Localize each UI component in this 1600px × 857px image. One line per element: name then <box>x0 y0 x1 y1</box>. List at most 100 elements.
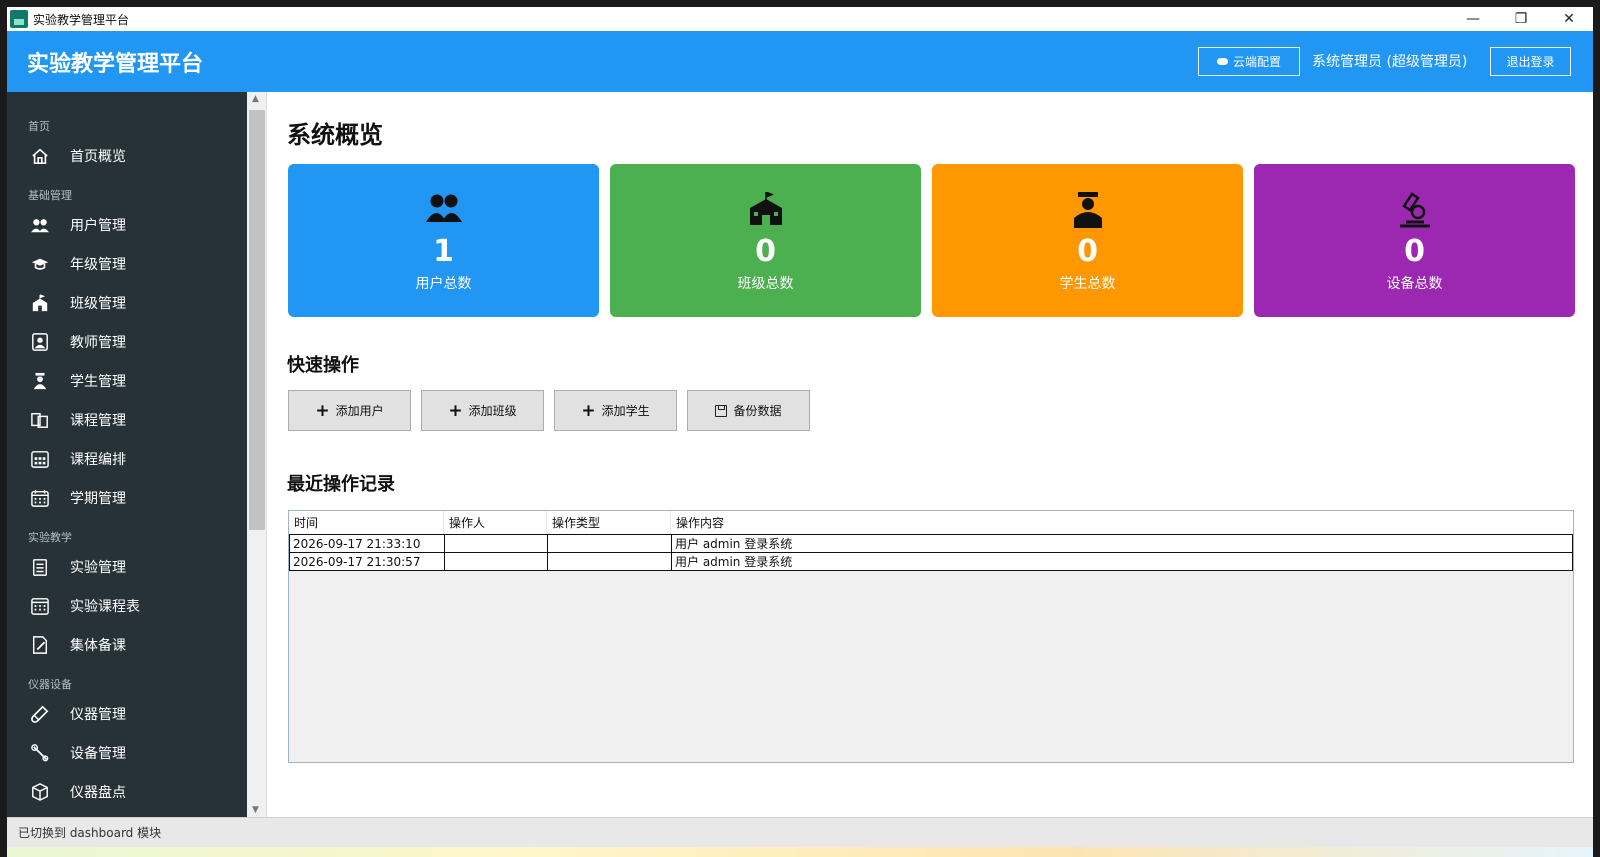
plus-icon: + <box>448 400 463 421</box>
scrollbar-thumb[interactable] <box>249 110 265 530</box>
course-icon <box>31 411 49 429</box>
save-icon <box>715 404 728 417</box>
calendar-icon <box>31 489 49 507</box>
button-label: 添加班级 <box>468 404 517 418</box>
quick-actions-title: 快速操作 <box>287 355 359 376</box>
logout-button[interactable]: 退出登录 <box>1490 47 1571 76</box>
add-class-button[interactable]: + 添加班级 <box>421 390 544 431</box>
restore-button[interactable]: ❐ <box>1497 7 1545 31</box>
quick-actions: + 添加用户 + 添加班级 + 添加学生 备份数据 <box>288 390 810 431</box>
sidebar-item-teachers[interactable]: 教师管理 <box>7 322 247 361</box>
scroll-up-icon[interactable]: ▲ <box>252 94 259 104</box>
school-icon <box>748 191 784 228</box>
stat-card-students: 0 学生总数 <box>932 164 1243 317</box>
sidebar-item-lesson-prep[interactable]: 集体备课 <box>7 625 247 664</box>
stat-label: 用户总数 <box>415 276 472 292</box>
table-row[interactable]: 2026-09-17 21:33:10 用户 admin 登录系统 <box>289 534 1573 553</box>
sidebar-item-instruments[interactable]: 仪器管理 <box>7 694 247 733</box>
cloud-config-button[interactable]: 云端配置 <box>1198 47 1300 76</box>
plus-icon: + <box>581 400 596 421</box>
edit-document-icon <box>31 635 49 654</box>
sidebar-item-home[interactable]: 首页概览 <box>7 136 247 175</box>
scroll-down-icon[interactable]: ▼ <box>252 805 259 815</box>
minimize-button[interactable]: — <box>1449 7 1497 31</box>
sidebar-item-label: 首页概览 <box>70 148 126 165</box>
wrench-icon <box>31 743 49 762</box>
cloud-config-label: 云端配置 <box>1232 55 1281 69</box>
app-header: 实验教学管理平台 云端配置 系统管理员 (超级管理员) 退出登录 <box>7 31 1593 92</box>
add-student-button[interactable]: + 添加学生 <box>554 390 677 431</box>
cell-content: 用户 admin 登录系统 <box>675 555 793 569</box>
app-title: 实验教学管理平台 <box>27 52 204 77</box>
stat-card-classes: 0 班级总数 <box>610 164 921 317</box>
sidebar-item-semesters[interactable]: 学期管理 <box>7 478 247 517</box>
stat-value: 0 <box>1404 234 1425 269</box>
taskbar-strip <box>7 847 1593 857</box>
cell-type <box>548 535 672 552</box>
title-bar: 实验教学管理平台 — ❐ ✕ <box>7 7 1593 31</box>
test-tube-icon <box>31 705 49 723</box>
sidebar-item-label: 仪器管理 <box>70 706 126 723</box>
sidebar-item-courses[interactable]: 课程管理 <box>7 400 247 439</box>
cell-type <box>548 553 672 570</box>
sidebar-item-label: 学生管理 <box>70 373 126 390</box>
table-row[interactable]: 2026-09-17 21:30:57 用户 admin 登录系统 <box>289 552 1573 571</box>
sidebar: 首页 首页概览 基础管理 用户管理 年级管理 班级管理 教师管理 学生管理 课程… <box>7 92 247 817</box>
sidebar-item-grades[interactable]: 年级管理 <box>7 244 247 283</box>
teacher-icon <box>31 332 49 351</box>
button-label: 添加学生 <box>601 404 650 418</box>
column-header-operator[interactable]: 操作人 <box>444 511 547 534</box>
home-icon <box>31 147 49 165</box>
status-bar: 已切换到 dashboard 模块 <box>7 817 1593 847</box>
sidebar-item-label: 用户管理 <box>70 217 126 234</box>
timetable-icon <box>31 597 49 615</box>
clipboard-icon <box>31 558 49 576</box>
add-user-button[interactable]: + 添加用户 <box>288 390 411 431</box>
sidebar-item-experiment-timetable[interactable]: 实验课程表 <box>7 586 247 625</box>
plus-icon: + <box>315 400 330 421</box>
close-button[interactable]: ✕ <box>1545 7 1593 31</box>
sidebar-item-users[interactable]: 用户管理 <box>7 205 247 244</box>
box-icon <box>31 782 49 801</box>
current-user-label: 系统管理员 (超级管理员) <box>1312 54 1468 70</box>
schedule-icon <box>31 450 49 468</box>
cell-time: 2026-09-17 21:30:57 <box>290 553 445 570</box>
sidebar-item-label: 仪器盘点 <box>70 784 126 801</box>
sidebar-section-basic: 基础管理 <box>28 189 72 202</box>
cell-operator <box>445 553 548 570</box>
column-header-time[interactable]: 时间 <box>289 511 444 534</box>
sidebar-item-label: 课程编排 <box>70 451 126 468</box>
sidebar-scrollbar[interactable]: ▲ ▼ <box>247 92 267 817</box>
stat-label: 班级总数 <box>737 276 794 292</box>
sidebar-item-label: 实验管理 <box>70 559 126 576</box>
page-title: 系统概览 <box>287 121 383 149</box>
student-icon <box>1070 192 1106 228</box>
column-header-content[interactable]: 操作内容 <box>671 511 1573 534</box>
sidebar-item-schedule[interactable]: 课程编排 <box>7 439 247 478</box>
cell-operator <box>445 535 548 552</box>
column-header-type[interactable]: 操作类型 <box>547 511 671 534</box>
sidebar-item-inventory[interactable]: 仪器盘点 <box>7 772 247 811</box>
recent-log-table[interactable]: 时间 操作人 操作类型 操作内容 2026-09-17 21:33:10 用户 … <box>288 510 1574 763</box>
cell-time: 2026-09-17 21:33:10 <box>290 535 445 552</box>
stat-label: 学生总数 <box>1059 276 1116 292</box>
sidebar-item-classes[interactable]: 班级管理 <box>7 283 247 322</box>
sidebar-item-label: 实验课程表 <box>70 598 140 615</box>
sidebar-item-label: 集体备课 <box>70 637 126 654</box>
table-header: 时间 操作人 操作类型 操作内容 <box>289 511 1573 535</box>
stat-value: 0 <box>1077 234 1098 269</box>
microscope-icon <box>1397 192 1433 228</box>
sidebar-section-experiment: 实验教学 <box>28 531 72 544</box>
backup-data-button[interactable]: 备份数据 <box>687 390 810 431</box>
button-label: 添加用户 <box>335 404 384 418</box>
sidebar-item-students[interactable]: 学生管理 <box>7 361 247 400</box>
sidebar-section-equipment: 仪器设备 <box>28 678 72 691</box>
main-content: 系统概览 1 用户总数 0 班级总数 0 学生总数 0 设备总数 快速操作 + … <box>267 92 1593 817</box>
stat-card-devices: 0 设备总数 <box>1254 164 1575 317</box>
sidebar-section-home: 首页 <box>28 120 50 133</box>
graduation-cap-icon <box>31 255 49 273</box>
sidebar-item-devices[interactable]: 设备管理 <box>7 733 247 772</box>
sidebar-item-experiments[interactable]: 实验管理 <box>7 547 247 586</box>
cell-content: 用户 admin 登录系统 <box>675 537 793 551</box>
app-logo-icon <box>10 10 28 28</box>
